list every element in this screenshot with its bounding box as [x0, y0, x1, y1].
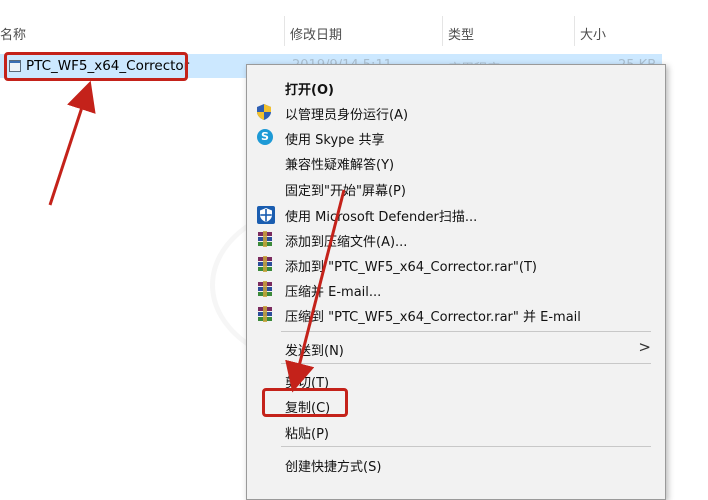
menu-separator	[281, 446, 651, 447]
column-header-size[interactable]: 大小	[580, 24, 606, 43]
menu-item-label: 使用 Skype 共享	[285, 133, 385, 148]
menu-item-compress-rar-email[interactable]: 压缩到 "PTC_WF5_x64_Corrector.rar" 并 E-mail	[247, 301, 665, 327]
menu-item-label: 发送到(N)	[285, 344, 344, 359]
menu-item-compatibility[interactable]: 兼容性疑难解答(Y)	[247, 149, 665, 175]
annotation-box-filename	[4, 52, 188, 81]
menu-item-label: 粘贴(P)	[285, 427, 329, 442]
defender-icon	[257, 206, 275, 224]
menu-item-label: 使用 Microsoft Defender扫描...	[285, 210, 478, 225]
menu-item-label: 兼容性疑难解答(Y)	[285, 158, 395, 173]
winrar-icon	[257, 231, 273, 247]
menu-item-open[interactable]: 打开(O)	[247, 74, 665, 100]
context-menu: 打开(O) 以管理员身份运行(A) S 使用 Skype 共享 兼容性疑难解答(…	[246, 64, 666, 500]
chevron-right-icon: >	[638, 338, 651, 356]
menu-item-label: 固定到"开始"屏幕(P)	[285, 184, 406, 199]
skype-icon: S	[257, 129, 273, 145]
menu-item-label: 添加到压缩文件(A)...	[285, 235, 408, 250]
menu-item-label: 压缩并 E-mail...	[285, 285, 382, 300]
menu-item-skype-share[interactable]: S 使用 Skype 共享	[247, 124, 665, 150]
column-header-modified[interactable]: 修改日期	[290, 24, 342, 43]
menu-item-label: 添加到 "PTC_WF5_x64_Corrector.rar"(T)	[285, 260, 537, 275]
menu-item-paste[interactable]: 粘贴(P)	[247, 418, 665, 444]
menu-item-label: 以管理员身份运行(A)	[285, 108, 409, 123]
menu-item-label: 打开(O)	[285, 83, 334, 98]
menu-separator	[281, 363, 651, 364]
winrar-icon	[257, 281, 273, 297]
winrar-icon	[257, 256, 273, 272]
column-header-bar: 名称 修改日期 类型 大小	[0, 0, 708, 46]
menu-item-pin-to-start[interactable]: 固定到"开始"屏幕(P)	[247, 175, 665, 201]
menu-separator	[281, 331, 651, 332]
column-header-name[interactable]: 名称	[0, 24, 26, 43]
annotation-box-copy	[262, 388, 348, 417]
menu-item-create-shortcut[interactable]: 创建快捷方式(S)	[247, 451, 665, 477]
menu-item-label: 压缩到 "PTC_WF5_x64_Corrector.rar" 并 E-mail	[285, 310, 581, 325]
menu-item-compress-email[interactable]: 压缩并 E-mail...	[247, 276, 665, 302]
menu-item-send-to[interactable]: 发送到(N) >	[247, 335, 665, 361]
menu-item-add-to-archive[interactable]: 添加到压缩文件(A)...	[247, 226, 665, 252]
column-divider[interactable]	[442, 16, 443, 46]
menu-item-label: 创建快捷方式(S)	[285, 460, 382, 475]
column-header-type[interactable]: 类型	[448, 24, 474, 43]
column-divider[interactable]	[284, 16, 285, 46]
arrow-to-filename	[48, 80, 96, 206]
menu-item-run-as-admin[interactable]: 以管理员身份运行(A)	[247, 99, 665, 125]
winrar-icon	[257, 306, 273, 322]
menu-item-add-to-rar[interactable]: 添加到 "PTC_WF5_x64_Corrector.rar"(T)	[247, 251, 665, 277]
column-divider[interactable]	[574, 16, 575, 46]
uac-shield-icon	[257, 104, 273, 120]
menu-item-defender-scan[interactable]: 使用 Microsoft Defender扫描...	[247, 201, 665, 227]
